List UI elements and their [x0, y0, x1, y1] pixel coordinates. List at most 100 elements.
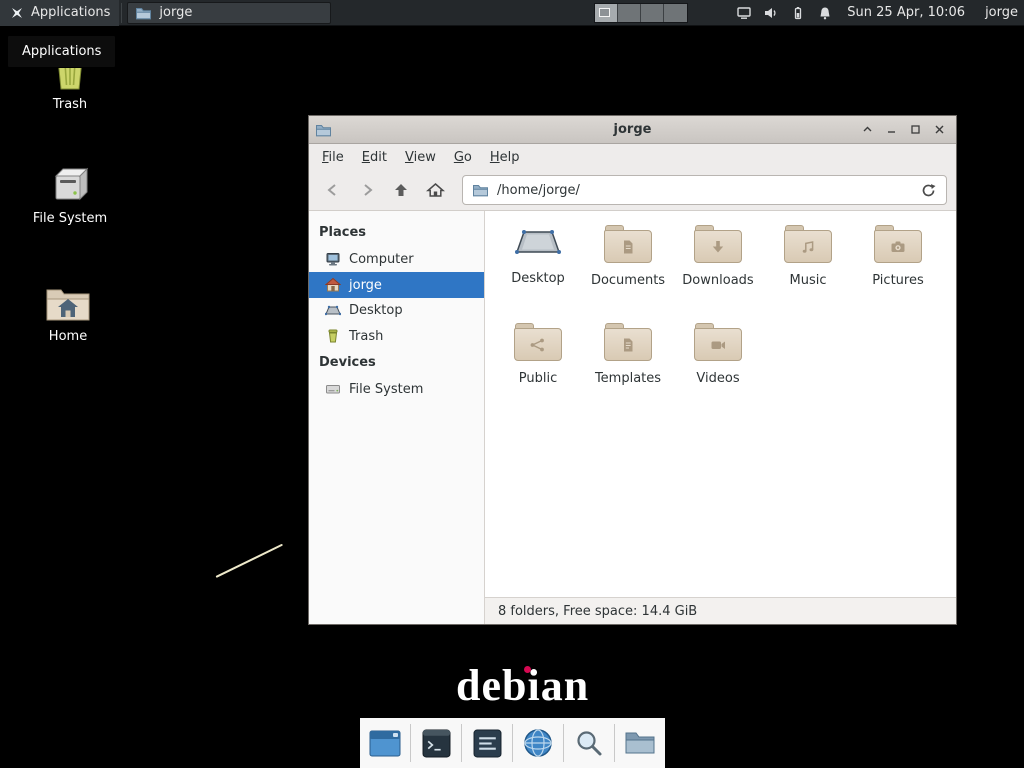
- file-item-label: Videos: [696, 371, 739, 386]
- desktop-icon-file-system[interactable]: File System: [24, 166, 116, 226]
- menu-view[interactable]: View: [396, 146, 445, 169]
- window-body: Places Computer: [309, 211, 956, 624]
- file-manager-window: jorge: [308, 115, 957, 625]
- notifications-bell-icon[interactable]: [817, 5, 833, 21]
- folder-icon-pictures: [874, 225, 922, 263]
- home-button[interactable]: [420, 175, 450, 205]
- drive-icon: [325, 381, 341, 397]
- folder-icon: [135, 6, 152, 20]
- terminal-icon: [422, 729, 451, 758]
- file-item-label: Music: [790, 273, 827, 288]
- arrow-up-icon: [392, 181, 410, 199]
- file-item-music[interactable]: Music: [763, 225, 853, 323]
- file-item-label: Documents: [591, 273, 665, 288]
- sidebar-item-desktop[interactable]: Desktop: [309, 298, 484, 323]
- menu-go[interactable]: Go: [445, 146, 481, 169]
- shade-button[interactable]: [857, 120, 878, 140]
- debian-logo: debian: [456, 660, 589, 711]
- window-controls: [857, 120, 950, 140]
- toolbar: /home/jorge/: [309, 170, 956, 211]
- dock-show-desktop[interactable]: [360, 718, 410, 768]
- desktop-icon-label: Trash: [53, 97, 87, 112]
- workspace-1[interactable]: [595, 4, 618, 22]
- menu-file[interactable]: File: [313, 146, 353, 169]
- location-bar[interactable]: /home/jorge/: [462, 175, 947, 205]
- forward-button[interactable]: [352, 175, 382, 205]
- places-header: Places: [309, 219, 484, 246]
- devices-header: Devices: [309, 349, 484, 376]
- location-path[interactable]: /home/jorge/: [497, 183, 912, 198]
- arrow-left-icon: [324, 181, 342, 199]
- minimize-button[interactable]: [881, 120, 902, 140]
- system-tray: [736, 5, 833, 21]
- sidebar-item-trash[interactable]: Trash: [309, 323, 484, 349]
- desktop-icon-label: File System: [33, 211, 107, 226]
- reload-icon[interactable]: [920, 182, 937, 199]
- sidebar-item-label: Trash: [349, 329, 383, 344]
- file-item-videos[interactable]: Videos: [673, 323, 763, 421]
- app-finder-magnifier-icon: [574, 728, 604, 758]
- file-item-label: Templates: [595, 371, 661, 386]
- applications-menu-icon: [9, 5, 25, 21]
- workspace-4[interactable]: [664, 4, 687, 22]
- file-item-label: Pictures: [872, 273, 923, 288]
- title-bar[interactable]: jorge: [309, 116, 956, 144]
- file-item-pictures[interactable]: Pictures: [853, 225, 943, 323]
- volume-icon[interactable]: [763, 5, 779, 21]
- arrow-right-icon: [358, 181, 376, 199]
- dock-terminal[interactable]: [411, 718, 461, 768]
- location-folder-icon: [472, 183, 489, 197]
- battery-icon[interactable]: [790, 5, 806, 21]
- web-browser-globe-icon: [523, 728, 553, 758]
- debian-logo-red-dot: [524, 666, 531, 673]
- applications-menu-label: Applications: [31, 5, 110, 20]
- music-note-emblem-icon: [799, 238, 817, 256]
- sidebar-item-file-system[interactable]: File System: [309, 376, 484, 402]
- panel-username: jorge: [985, 5, 1018, 20]
- home-icon: [426, 181, 445, 199]
- show-desktop-icon: [369, 730, 401, 757]
- desktop-icon: [325, 303, 341, 318]
- panel-clock[interactable]: Sun 25 Apr, 10:06: [847, 5, 965, 20]
- dock-app-finder[interactable]: [564, 718, 614, 768]
- desktop: Applications jorge: [0, 0, 1024, 768]
- desktop-icon-home[interactable]: Home: [22, 286, 114, 344]
- workspace-2[interactable]: [618, 4, 641, 22]
- file-item-downloads[interactable]: Downloads: [673, 225, 763, 323]
- back-button[interactable]: [318, 175, 348, 205]
- icon-view[interactable]: Desktop: [485, 211, 956, 597]
- workspace-window-outline: [599, 8, 610, 17]
- menu-edit[interactable]: Edit: [353, 146, 396, 169]
- panel-separator: [121, 3, 122, 23]
- display-icon[interactable]: [736, 5, 752, 21]
- workspace-3[interactable]: [641, 4, 664, 22]
- file-item-label: Public: [519, 371, 557, 386]
- taskbar-button-jorge[interactable]: jorge: [127, 2, 331, 24]
- menu-help[interactable]: Help: [481, 146, 529, 169]
- file-item-templates[interactable]: Templates: [583, 323, 673, 421]
- sidebar-item-jorge[interactable]: jorge: [309, 272, 484, 298]
- sidebar-item-computer[interactable]: Computer: [309, 246, 484, 272]
- file-item-label: Downloads: [682, 273, 753, 288]
- maximize-button[interactable]: [905, 120, 926, 140]
- template-emblem-icon: [619, 336, 637, 354]
- applications-menu-button[interactable]: Applications: [0, 0, 119, 26]
- dock-web-browser[interactable]: [513, 718, 563, 768]
- file-item-documents[interactable]: Documents: [583, 225, 673, 323]
- text-editor-icon: [473, 729, 502, 758]
- maximize-icon: [910, 124, 921, 135]
- panel-right: Sun 25 Apr, 10:06 jorge: [594, 0, 1024, 25]
- chevron-up-icon: [862, 124, 873, 135]
- file-item-public[interactable]: Public: [493, 323, 583, 421]
- window-folder-icon: [315, 123, 332, 137]
- folder-icon-videos: [694, 323, 742, 361]
- dock-text-editor[interactable]: [462, 718, 512, 768]
- applications-tooltip: Applications: [7, 35, 116, 68]
- sidebar-item-label: jorge: [349, 278, 382, 293]
- home-icon: [325, 277, 341, 293]
- close-button[interactable]: [929, 120, 950, 140]
- dock-file-manager[interactable]: [615, 718, 665, 768]
- up-button[interactable]: [386, 175, 416, 205]
- file-manager-folder-icon: [624, 730, 656, 756]
- file-item-desktop[interactable]: Desktop: [493, 225, 583, 323]
